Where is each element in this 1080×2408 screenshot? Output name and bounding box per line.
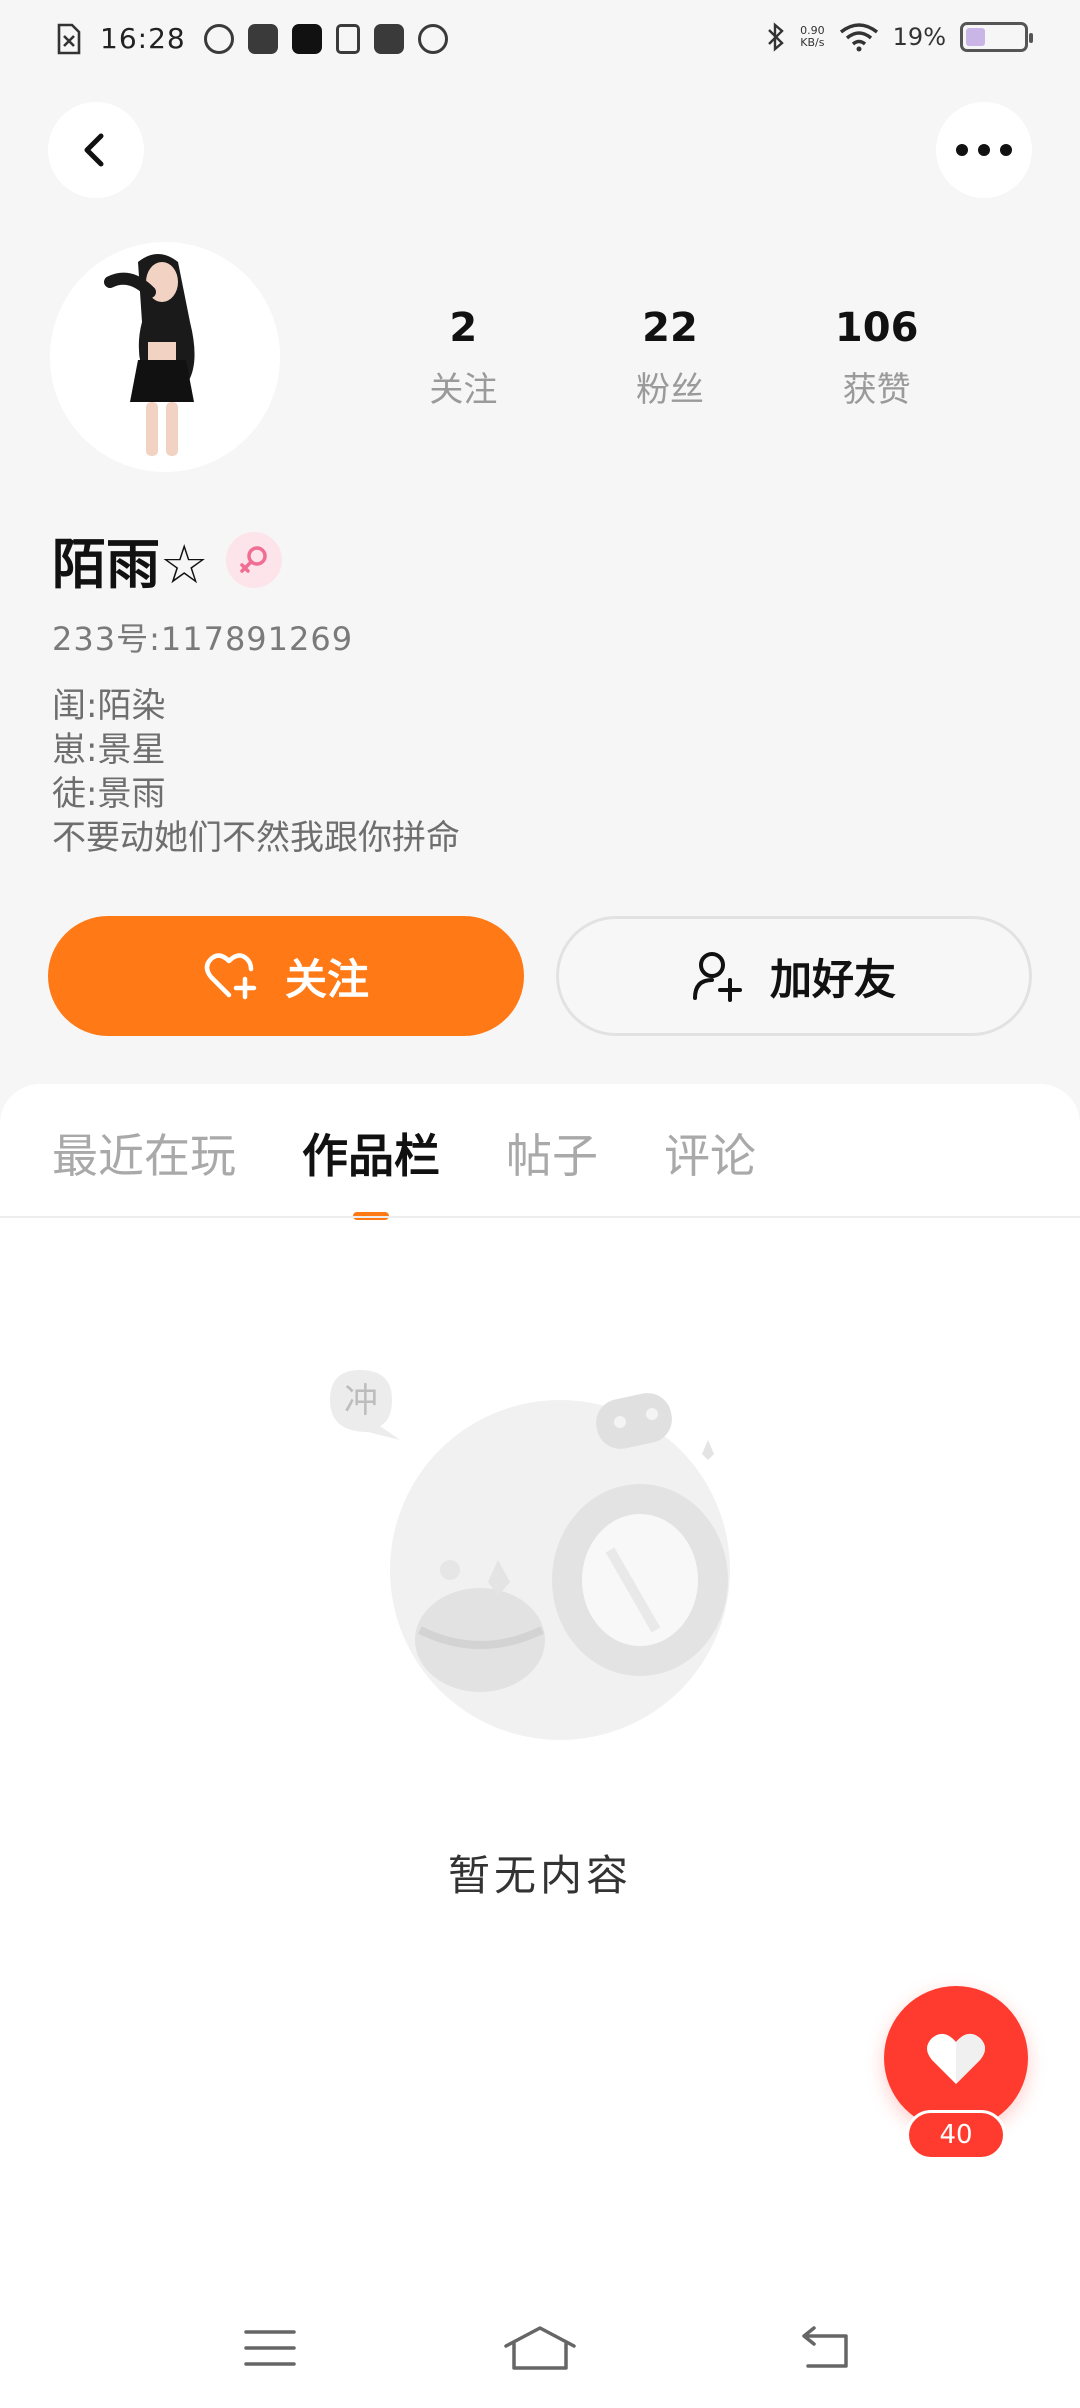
stat-value: 106 <box>834 305 919 351</box>
add-person-icon <box>692 952 742 1002</box>
home-nav-button[interactable] <box>500 2318 580 2378</box>
back-nav-button[interactable] <box>784 2318 864 2378</box>
more-options-button[interactable] <box>936 102 1032 198</box>
back-button[interactable] <box>48 102 144 198</box>
username-row: 陌雨☆ <box>52 520 283 599</box>
like-count-badge: 40 <box>906 2110 1006 2160</box>
tab-recently-played[interactable]: 最近在玩 <box>52 1120 236 1190</box>
bluetooth-icon <box>768 22 784 52</box>
tab-comments[interactable]: 评论 <box>664 1120 756 1190</box>
user-id: 233号:117891269 <box>52 620 354 658</box>
network-speed: 0.90 KB/s <box>800 24 825 49</box>
add-friend-label: 加好友 <box>769 954 896 1004</box>
stat-label: 关注 <box>429 370 498 410</box>
stat-following[interactable]: 2 关注 <box>360 300 567 411</box>
chevron-left-icon <box>84 133 104 167</box>
tab-works[interactable]: 作品栏 <box>302 1120 440 1220</box>
stat-likes[interactable]: 106 获赞 <box>773 300 980 411</box>
bio-line: 徒:景雨 <box>52 774 166 814</box>
avatar-character-image <box>50 242 280 472</box>
menu-nav-button[interactable] <box>230 2318 310 2378</box>
status-bar: 16:28 0.90 KB/s 19% <box>0 0 1080 84</box>
clock-notification-icon <box>417 23 448 54</box>
follow-button[interactable]: 关注 <box>48 916 524 1036</box>
stat-label: 粉丝 <box>636 370 704 410</box>
bio: 闺:陌染 崽:景星 徒:景雨 不要动她们不然我跟你拼命 <box>52 684 952 860</box>
menu-icon <box>244 2330 296 2366</box>
home-icon <box>504 2326 576 2370</box>
mail-notification-icon <box>247 23 278 54</box>
tab-divider <box>0 1216 1080 1218</box>
douyin-notification-icon <box>291 23 322 54</box>
status-time: 16:28 <box>100 22 186 55</box>
stat-value: 2 <box>449 305 478 351</box>
tab-posts[interactable]: 帖子 <box>506 1120 598 1190</box>
stat-fans[interactable]: 22 粉丝 <box>567 300 774 411</box>
battery-percent: 19% <box>892 23 946 51</box>
battery-icon <box>960 22 1033 52</box>
bio-line: 崽:景星 <box>52 730 166 770</box>
bio-line: 不要动她们不然我跟你拼命 <box>52 818 460 858</box>
heart-plus-icon <box>204 953 257 1000</box>
female-icon <box>240 545 268 573</box>
like-button[interactable] <box>884 1986 1028 2130</box>
sim-error-icon <box>57 23 81 54</box>
wifi-icon <box>839 23 878 52</box>
bio-line: 闺:陌染 <box>52 686 166 726</box>
profile-stats: 2 关注 22 粉丝 106 获赞 <box>360 300 980 411</box>
stat-value: 22 <box>642 305 698 351</box>
stat-label: 获赞 <box>842 370 911 410</box>
system-nav-bar <box>0 2300 1080 2408</box>
heart-icon <box>927 2033 985 2084</box>
add-friend-button[interactable]: 加好友 <box>556 916 1032 1036</box>
message-notification-icon <box>373 23 404 54</box>
gender-badge <box>226 531 283 588</box>
more-dots-icon <box>956 144 1012 156</box>
follow-label: 关注 <box>284 954 369 1004</box>
profile-tabs: 最近在玩 作品栏 帖子 评论 <box>52 1120 756 1220</box>
empty-state-illustration: 冲 <box>330 1370 730 1740</box>
bubble-text: 冲 <box>344 1381 378 1421</box>
username: 陌雨☆ <box>52 533 209 596</box>
wallet-notification-icon <box>335 23 360 54</box>
qq-notification-icon <box>203 23 234 54</box>
empty-state-message: 暂无内容 <box>447 1851 632 1900</box>
avatar[interactable] <box>50 242 280 472</box>
back-arrow-icon <box>802 2326 848 2368</box>
